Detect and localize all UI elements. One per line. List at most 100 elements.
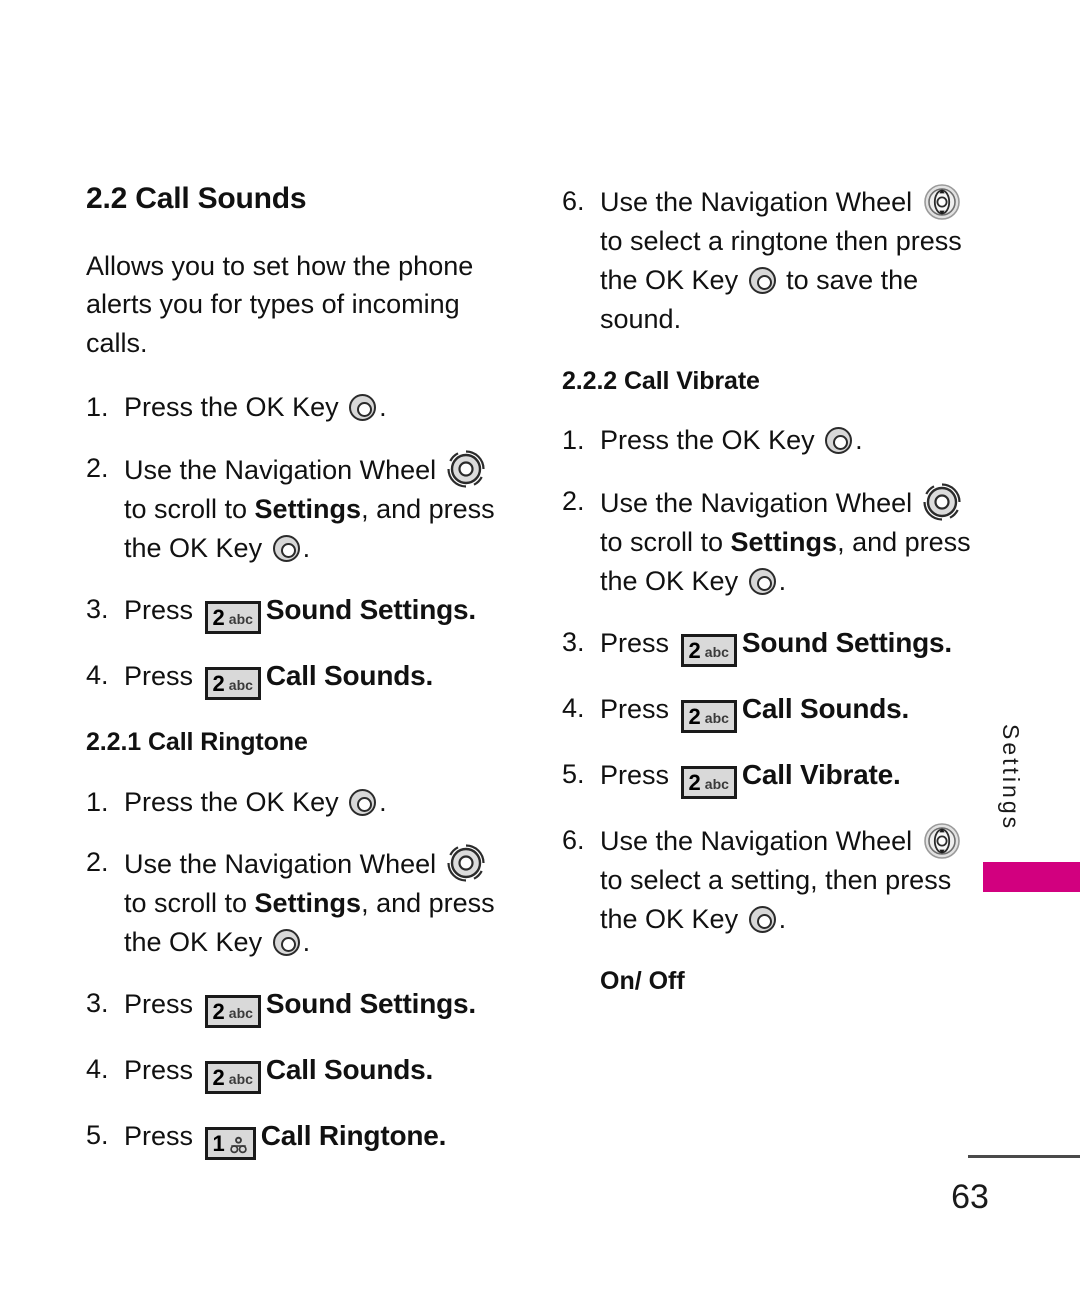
steps-list-continued: 6. Use the Navigation Wheel to select a r… — [562, 182, 972, 339]
ok-key-icon — [748, 905, 776, 933]
ok-key-icon — [349, 788, 377, 816]
section-heading: 2.2 Call Sounds — [86, 182, 307, 215]
step-text: Press — [600, 759, 677, 790]
numbered-step: 4. Press 2 abc Call Sounds. — [562, 689, 972, 733]
step-number: 1. — [562, 425, 585, 456]
navigation-wheel-arrows-icon — [922, 182, 962, 222]
step-number: 2. — [86, 847, 109, 878]
step-text: Press — [124, 989, 201, 1020]
keypad-key-2-abc-icon: 2 abc — [204, 995, 261, 1029]
numbered-step: 1. Press the OK Key . — [86, 783, 496, 822]
step-number: 4. — [562, 692, 585, 723]
side-tab-settings: Settings — [998, 724, 1024, 832]
step-text: . — [855, 425, 863, 456]
step-number: 3. — [86, 988, 109, 1019]
numbered-step: 1. Press the OK Key . — [86, 388, 496, 427]
numbered-step: 3. Press 2 abc Sound Settings. — [86, 590, 496, 634]
step-text: . — [302, 927, 311, 958]
ok-key-icon — [748, 266, 776, 294]
numbered-step: 3. Press 2 abc Sound Settings. — [562, 623, 972, 667]
step-number: 4. — [86, 1054, 109, 1085]
step-text: Press — [124, 594, 201, 625]
numbered-step: 6. Use the Navigation Wheel to select a s… — [562, 821, 972, 939]
step-text: Press — [124, 660, 201, 691]
footer-divider — [968, 1155, 1080, 1158]
step-text: . — [778, 566, 787, 596]
keypad-key-2-abc-icon: 2 abc — [680, 699, 737, 733]
step-text: to scroll to — [600, 527, 731, 558]
navigation-wheel-icon — [446, 449, 486, 489]
step-number: 1. — [86, 392, 109, 423]
subsection-heading-call-vibrate: 2.2.2 Call Vibrate — [562, 366, 760, 395]
step-text: Press — [124, 1121, 201, 1152]
menu-item-name: Sound Settings. — [741, 626, 953, 658]
step-number: 6. — [562, 824, 585, 855]
numbered-step: 4. Press 2 abc Call Sounds. — [86, 1050, 496, 1095]
step-number: 6. — [562, 186, 585, 216]
navigation-wheel-icon — [446, 843, 486, 883]
keypad-key-2-abc-icon: 2 abc — [680, 633, 737, 667]
ok-key-icon — [748, 568, 776, 595]
numbered-step: 5. Press 1 Call Ringtone. — [86, 1116, 496, 1161]
ok-key-icon — [272, 929, 300, 957]
step-text: Press the OK Key — [124, 392, 347, 423]
numbered-step: 3. Press 2 abc Sound Settings. — [86, 984, 496, 1029]
step-number: 4. — [86, 659, 109, 690]
steps-list-call-vibrate: 1. Press the OK Key . 2. Use the Navigation… — [562, 421, 972, 938]
numbered-step: 1. Press the OK Key . — [562, 421, 972, 460]
step-text: Use the Navigation Wheel — [124, 455, 444, 486]
accent-bar — [983, 862, 1080, 892]
step-number: 3. — [86, 593, 109, 624]
left-column: 2.2 Call Sounds Allows you to set how th… — [86, 182, 496, 1182]
step-number: 5. — [86, 1120, 109, 1151]
step-text: . — [379, 786, 387, 817]
menu-item-name: Sound Settings. — [265, 988, 477, 1020]
steps-list-call-ringtone: 1. Press the OK Key . 2. Use the Navigation… — [86, 783, 496, 1161]
keypad-key-2-abc-icon: 2 abc — [680, 765, 737, 799]
ok-key-icon — [825, 427, 853, 455]
menu-item-name: Settings — [254, 888, 362, 919]
step-text: Use the Navigation Wheel — [124, 849, 444, 880]
step-text: Use the Navigation Wheel — [600, 187, 920, 217]
subsection-heading-call-ringtone: 2.2.1 Call Ringtone — [86, 727, 308, 756]
page-number: 63 — [951, 1178, 989, 1216]
step-text: Use the Navigation Wheel — [600, 488, 920, 519]
step-text: to scroll to — [124, 888, 255, 919]
numbered-step: 6. Use the Navigation Wheel to select a r… — [562, 182, 972, 339]
step-text: Press — [600, 627, 677, 658]
menu-item-name: Call Sounds. — [265, 1054, 434, 1086]
onoff-heading: On/ Off — [600, 966, 685, 995]
step-text: . — [302, 532, 311, 563]
step-number: 3. — [562, 626, 585, 657]
step-text: Press — [600, 693, 677, 724]
step-text: . — [778, 903, 787, 934]
step-text: . — [379, 392, 387, 423]
numbered-step: 2. Use the Navigation Wheel to scroll to … — [86, 449, 496, 568]
menu-item-name: Sound Settings. — [265, 593, 477, 625]
step-text: Press — [124, 1055, 201, 1086]
numbered-step: 2. Use the Navigation Wheel to scroll to … — [86, 843, 496, 962]
menu-item-name: Call Sounds. — [741, 692, 910, 724]
step-number: 2. — [86, 453, 109, 484]
ok-key-icon — [272, 534, 300, 562]
menu-item-name: Call Ringtone. — [260, 1120, 447, 1152]
keypad-key-2-abc-icon: 2 abc — [204, 600, 261, 634]
step-number: 5. — [562, 758, 585, 789]
navigation-wheel-icon — [922, 482, 962, 522]
menu-item-name: Call Vibrate. — [741, 758, 901, 790]
step-text: to select a setting, then press the OK K… — [600, 864, 952, 934]
step-number: 1. — [86, 786, 109, 817]
steps-list-main: 1. Press the OK Key . 2. Use the Navigation… — [86, 388, 496, 700]
step-text: Press the OK Key — [124, 786, 347, 817]
numbered-step: 2. Use the Navigation Wheel to scroll to … — [562, 482, 972, 601]
step-text: to scroll to — [124, 494, 255, 525]
section-intro-text: Allows you to set how the phone alerts y… — [86, 250, 474, 358]
right-column: 6. Use the Navigation Wheel to select a r… — [562, 182, 972, 996]
numbered-step: 4. Press 2 abc Call Sounds. — [86, 656, 496, 700]
navigation-wheel-arrows-icon — [922, 821, 962, 861]
step-text: Press the OK Key — [600, 425, 823, 456]
numbered-step: 5. Press 2 abc Call Vibrate. — [562, 755, 972, 799]
keypad-key-1-voicemail-icon: 1 — [204, 1127, 256, 1161]
manual-page: 2.2 Call Sounds Allows you to set how th… — [0, 0, 1080, 1295]
menu-item-name: Call Sounds. — [265, 659, 434, 691]
